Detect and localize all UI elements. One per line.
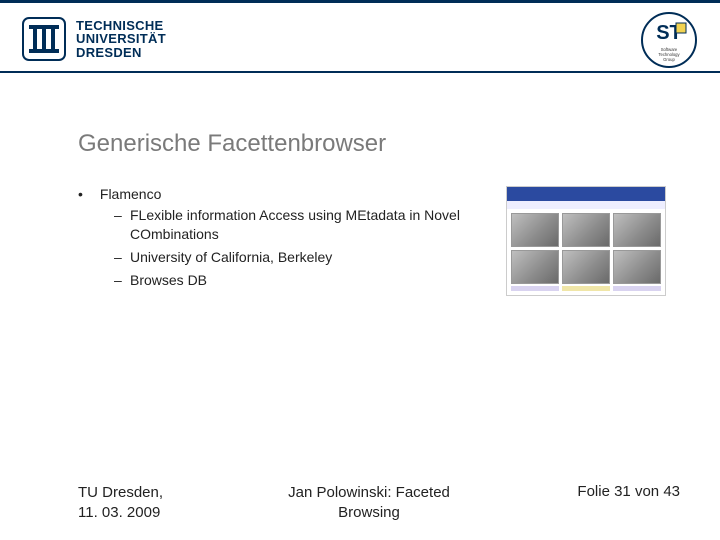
- slide-title: Generische Facettenbrowser: [78, 130, 680, 158]
- thumb-cell: [511, 213, 559, 247]
- thumb-portrait-grid: [507, 209, 665, 286]
- thumb-cell: [562, 213, 610, 247]
- tud-line-3: DRESDEN: [76, 46, 166, 60]
- footer-right: Folie 31 von 43: [530, 483, 680, 500]
- thumb-cell: [562, 250, 610, 284]
- tud-name: TECHNISCHE UNIVERSITÄT DRESDEN: [76, 19, 166, 60]
- thumb-cell: [613, 250, 661, 284]
- thumb-meta-cell: [613, 286, 661, 291]
- bullet-sub: University of California, Berkeley: [96, 248, 488, 267]
- screenshot-thumbnail: [506, 186, 666, 296]
- footer-page-total: 43: [663, 483, 680, 500]
- bullet-main-label: Flamenco: [100, 186, 161, 202]
- bullet-sub: Browses DB: [96, 271, 488, 290]
- tud-line-1: TECHNISCHE: [76, 19, 166, 33]
- thumb-meta-cell: [562, 286, 610, 291]
- footer-page-sep: von: [631, 483, 664, 500]
- thumb-cell: [613, 213, 661, 247]
- tud-line-2: UNIVERSITÄT: [76, 32, 166, 46]
- slide-body: Generische Facettenbrowser Flamenco FLex…: [78, 130, 680, 296]
- thumb-meta-row: [507, 286, 665, 294]
- slide-header: TECHNISCHE UNIVERSITÄT DRESDEN ST Softwa…: [0, 0, 720, 70]
- thumb-sub-bar: [507, 201, 665, 209]
- footer-mid: Jan Polowinski: Faceted Browsing: [208, 483, 530, 522]
- st-logo-icon: ST Software Technology Group: [640, 11, 698, 69]
- bullet-column: Flamenco FLexible information Access usi…: [78, 186, 488, 296]
- footer-page-prefix: Folie: [577, 483, 614, 500]
- footer-page-num: 31: [614, 483, 631, 500]
- thumb-meta-cell: [511, 286, 559, 291]
- footer-location: TU Dresden,: [78, 484, 163, 501]
- slide-footer: TU Dresden, 11. 03. 2009 Jan Polowinski:…: [78, 483, 680, 522]
- footer-talk-l1: Jan Polowinski: Faceted: [288, 484, 450, 501]
- footer-date: 11. 03. 2009: [78, 504, 160, 521]
- svg-text:Group: Group: [663, 57, 675, 62]
- tud-logo: TECHNISCHE UNIVERSITÄT DRESDEN: [22, 17, 166, 61]
- slide: TECHNISCHE UNIVERSITÄT DRESDEN ST Softwa…: [0, 0, 720, 540]
- header-divider: [0, 71, 720, 73]
- bullet-sub: FLexible information Access using MEtada…: [96, 206, 488, 244]
- bullet-main: Flamenco FLexible information Access usi…: [78, 186, 488, 290]
- content-row: Flamenco FLexible information Access usi…: [78, 186, 680, 296]
- footer-left: TU Dresden, 11. 03. 2009: [78, 483, 208, 522]
- footer-talk-l2: Browsing: [338, 504, 400, 521]
- tud-crest-icon: [22, 17, 66, 61]
- thumb-header-bar: [507, 187, 665, 201]
- thumb-cell: [511, 250, 559, 284]
